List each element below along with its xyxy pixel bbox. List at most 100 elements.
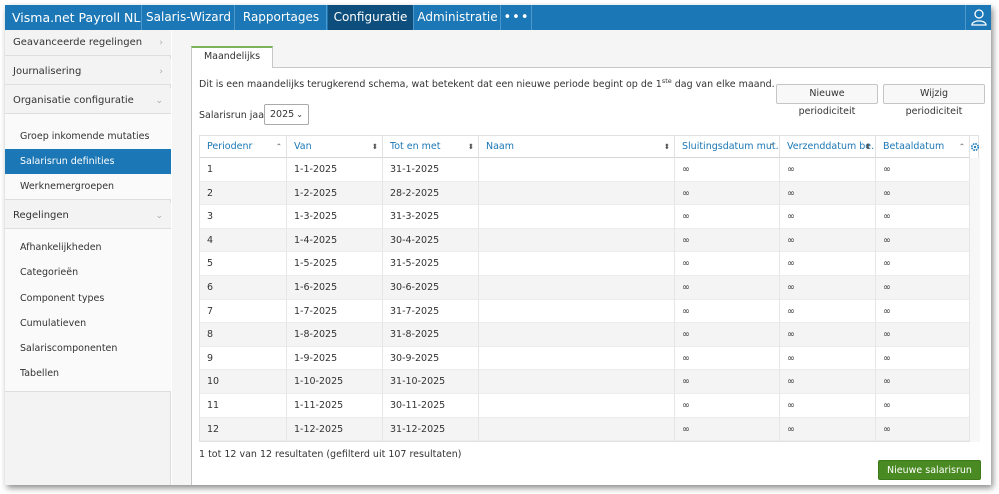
cell-betaaldatum: ∞ bbox=[876, 346, 970, 371]
sidebar-item-werknemergroepen[interactable]: Werknemergroepen bbox=[5, 174, 171, 199]
cell-sluitingsdatum: ∞ bbox=[675, 228, 780, 253]
table-row[interactable]: 4 1-4-2025 30-4-2025 ∞ ∞ ∞ bbox=[200, 228, 970, 253]
cell-van: 1-11-2025 bbox=[287, 394, 383, 418]
sidebar-section-geavanceerde-regelingen[interactable]: Geavanceerde regelingen › bbox=[5, 30, 171, 56]
cell-verzenddatum: ∞ bbox=[780, 252, 876, 276]
description-superscript: ste bbox=[661, 77, 672, 85]
cell-sluitingsdatum: ∞ bbox=[675, 276, 780, 300]
sidebar-item-tabellen[interactable]: Tabellen bbox=[5, 361, 171, 386]
cell-sluitingsdatum: ∞ bbox=[675, 323, 780, 347]
sidebar-item-component-types[interactable]: Component types bbox=[5, 286, 171, 311]
cell-verzenddatum: ∞ bbox=[780, 346, 876, 371]
cell-tot-en-met: 31-1-2025 bbox=[383, 158, 479, 182]
cell-van: 1-5-2025 bbox=[287, 252, 383, 276]
column-header-label: Periodenr bbox=[207, 141, 253, 152]
sidebar-item-salarisrun-definities[interactable]: Salarisrun definities bbox=[5, 149, 171, 174]
sidebar-section-organisatie-configuratie[interactable]: Organisatie configuratie ⌄ bbox=[5, 88, 171, 114]
sidebar-item-afhankelijkheden[interactable]: Afhankelijkheden bbox=[5, 235, 171, 260]
cell-naam bbox=[479, 205, 675, 229]
cell-verzenddatum: ∞ bbox=[780, 394, 876, 418]
sidebar-section-label: Journalisering bbox=[13, 66, 82, 77]
sidebar: Geavanceerde regelingen › Journalisering… bbox=[5, 30, 171, 485]
column-header-tot-en-met[interactable]: Tot en met ⬍ bbox=[383, 136, 479, 158]
description-text-end: dag van elke maand. bbox=[671, 79, 775, 91]
cell-periodenr: 6 bbox=[200, 276, 287, 300]
cell-tot-en-met: 31-7-2025 bbox=[383, 299, 479, 324]
chevron-down-icon: ⌄ bbox=[155, 96, 163, 106]
cell-naam bbox=[479, 417, 675, 442]
sidebar-group-regelingen: Afhankelijkheden Categorieën Component t… bbox=[5, 229, 171, 392]
cell-sluitingsdatum: ∞ bbox=[675, 299, 780, 324]
table-row[interactable]: 3 1-3-2025 31-3-2025 ∞ ∞ ∞ bbox=[200, 205, 970, 229]
cell-van: 1-10-2025 bbox=[287, 370, 383, 394]
cell-tot-en-met: 31-8-2025 bbox=[383, 323, 479, 347]
cell-tot-en-met: 30-11-2025 bbox=[383, 394, 479, 418]
nav-administratie[interactable]: Administratie bbox=[415, 5, 501, 30]
sidebar-item-cumulatieven[interactable]: Cumulatieven bbox=[5, 311, 171, 336]
cell-periodenr: 11 bbox=[200, 394, 287, 418]
year-select[interactable]: 2025 ⌄ bbox=[264, 104, 309, 125]
cell-periodenr: 10 bbox=[200, 370, 287, 394]
column-header-periodenr[interactable]: Periodenr ⌃ bbox=[200, 136, 287, 158]
results-summary: 1 tot 12 van 12 resultaten (gefilterd ui… bbox=[199, 449, 462, 460]
cell-naam bbox=[479, 252, 675, 276]
sidebar-section-regelingen[interactable]: Regelingen ⌄ bbox=[5, 203, 171, 229]
cell-tot-en-met: 30-6-2025 bbox=[383, 276, 479, 300]
chevron-right-icon: › bbox=[159, 38, 163, 48]
cell-betaaldatum: ∞ bbox=[876, 181, 970, 206]
column-header-van[interactable]: Van ⬍ bbox=[287, 136, 383, 158]
sidebar-item-groep-inkomende-mutaties[interactable]: Groep inkomende mutaties bbox=[5, 124, 171, 149]
table-row[interactable]: 5 1-5-2025 31-5-2025 ∞ ∞ ∞ bbox=[200, 252, 970, 276]
cell-naam bbox=[479, 181, 675, 206]
more-menu-button[interactable]: ••• bbox=[502, 5, 532, 30]
cell-van: 1-3-2025 bbox=[287, 205, 383, 229]
cell-sluitingsdatum: ∞ bbox=[675, 181, 780, 206]
column-header-label: Naam bbox=[486, 141, 515, 152]
table-row[interactable]: 7 1-7-2025 31-7-2025 ∞ ∞ ∞ bbox=[200, 299, 970, 324]
sidebar-item-categorieen[interactable]: Categorieën bbox=[5, 260, 171, 285]
table-row[interactable]: 8 1-8-2025 31-8-2025 ∞ ∞ ∞ bbox=[200, 323, 970, 347]
table-row[interactable]: 12 1-12-2025 31-12-2025 ∞ ∞ ∞ bbox=[200, 417, 970, 442]
cell-sluitingsdatum: ∞ bbox=[675, 205, 780, 229]
table-scrollbar[interactable] bbox=[970, 158, 980, 442]
column-header-sluitingsdatum[interactable]: Sluitingsdatum mut... ⌃ bbox=[675, 136, 780, 158]
chevron-down-icon: ⌄ bbox=[155, 211, 163, 221]
nav-salaris-wizard[interactable]: Salaris-Wizard bbox=[143, 5, 235, 30]
nav-rapportages[interactable]: Rapportages bbox=[236, 5, 327, 30]
cell-betaaldatum: ∞ bbox=[876, 394, 970, 418]
table-row[interactable]: 6 1-6-2025 30-6-2025 ∞ ∞ ∞ bbox=[200, 276, 970, 300]
table-row[interactable]: 2 1-2-2025 28-2-2025 ∞ ∞ ∞ bbox=[200, 181, 970, 206]
cell-periodenr: 2 bbox=[200, 181, 287, 206]
new-salary-run-button[interactable]: Nieuwe salarisrun bbox=[878, 460, 981, 480]
cell-verzenddatum: ∞ bbox=[780, 158, 876, 182]
cell-betaaldatum: ∞ bbox=[876, 252, 970, 276]
top-navigation: Visma.net Payroll NL Salaris-Wizard Rapp… bbox=[5, 5, 991, 30]
tab-maandelijks[interactable]: Maandelijks bbox=[191, 46, 273, 68]
table-row[interactable]: 10 1-10-2025 31-10-2025 ∞ ∞ ∞ bbox=[200, 370, 970, 394]
column-header-verzenddatum[interactable]: Verzenddatum be... ⬍ bbox=[780, 136, 876, 158]
gear-icon[interactable] bbox=[970, 136, 980, 158]
table-row[interactable]: 1 1-1-2025 31-1-2025 ∞ ∞ ∞ bbox=[200, 158, 970, 182]
table-row[interactable]: 9 1-9-2025 30-9-2025 ∞ ∞ ∞ bbox=[200, 346, 970, 371]
cell-van: 1-4-2025 bbox=[287, 228, 383, 253]
sort-icon: ⬍ bbox=[371, 142, 378, 151]
sidebar-item-salariscomponenten[interactable]: Salariscomponenten bbox=[5, 336, 171, 361]
cell-verzenddatum: ∞ bbox=[780, 370, 876, 394]
column-header-naam[interactable]: Naam ⬍ bbox=[479, 136, 675, 158]
new-periodicity-button[interactable]: Nieuwe periodiciteit bbox=[776, 84, 878, 117]
sidebar-section-label: Organisatie configuratie bbox=[13, 95, 134, 106]
cell-van: 1-2-2025 bbox=[287, 181, 383, 206]
nav-configuratie[interactable]: Configuratie bbox=[328, 5, 414, 30]
column-header-betaaldatum[interactable]: Betaaldatum ⌃ bbox=[876, 136, 970, 158]
cell-sluitingsdatum: ∞ bbox=[675, 394, 780, 418]
brand-title[interactable]: Visma.net Payroll NL bbox=[5, 5, 142, 30]
table-row[interactable]: 11 1-11-2025 30-11-2025 ∞ ∞ ∞ bbox=[200, 394, 970, 418]
edit-periodicity-button[interactable]: Wijzig periodiciteit bbox=[883, 84, 985, 117]
user-icon[interactable] bbox=[965, 5, 991, 30]
sort-icon: ⬍ bbox=[467, 142, 474, 151]
cell-tot-en-met: 30-9-2025 bbox=[383, 346, 479, 371]
schedule-description: Dit is een maandelijks terugkerend schem… bbox=[199, 77, 775, 90]
cell-naam bbox=[479, 370, 675, 394]
cell-periodenr: 1 bbox=[200, 158, 287, 182]
sidebar-section-journalisering[interactable]: Journalisering › bbox=[5, 59, 171, 85]
